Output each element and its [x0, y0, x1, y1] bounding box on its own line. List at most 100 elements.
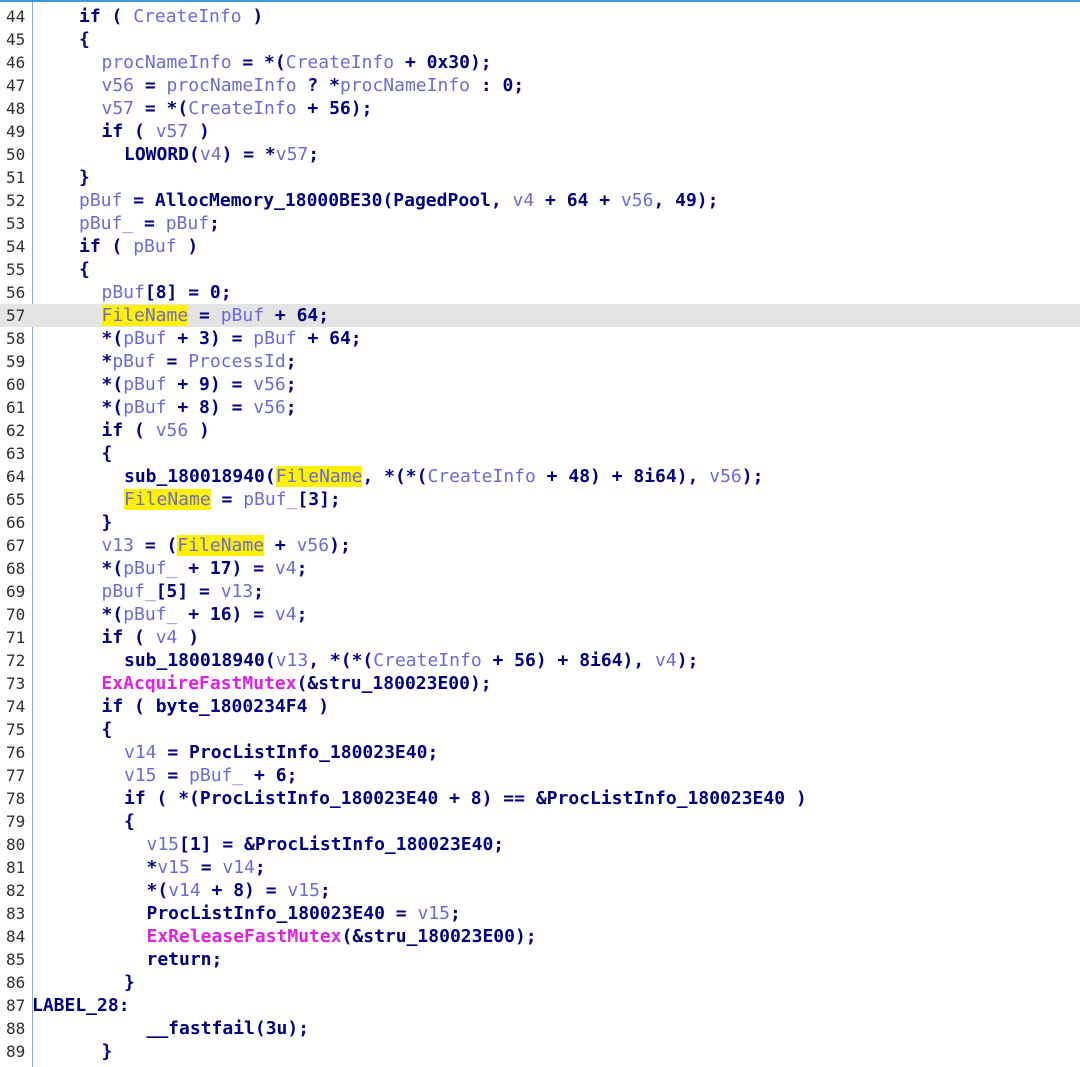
code-line[interactable]: 86}	[0, 971, 1080, 994]
code-line[interactable]: 78 if ( *(ProcListInfo_180023E40 + 8) == …	[0, 787, 1080, 810]
code-token[interactable]: v4	[655, 650, 677, 671]
code-token[interactable]: pBuf_	[79, 213, 133, 234]
code-token[interactable]: pBuf	[133, 236, 176, 257]
code-line[interactable]: 88 __fastfail(3u);	[0, 1017, 1080, 1040]
code-line[interactable]: 47 v56 = procNameInfo ? *procNameInfo : 0…	[0, 74, 1080, 97]
code-line[interactable]: 55 {	[0, 258, 1080, 281]
code-token[interactable]: v56	[621, 190, 654, 211]
code-token[interactable]: pBuf_	[243, 489, 297, 510]
code-token[interactable]: pBuf	[123, 397, 166, 418]
code-line[interactable]: 64 sub_180018940(FileName, *(*(CreateInfo…	[0, 465, 1080, 488]
code-token[interactable]: ProcessId	[188, 351, 286, 372]
code-token[interactable]: sub_180018940	[124, 650, 265, 671]
code-line[interactable]: 81 *v15 = v14;	[0, 856, 1080, 879]
code-line[interactable]: 44 if ( CreateInfo )	[0, 5, 1080, 28]
code-token[interactable]: v4	[275, 604, 297, 625]
code-token[interactable]: v56	[709, 466, 742, 487]
code-token[interactable]: v15	[147, 834, 180, 855]
code-token[interactable]: CreateInfo	[427, 466, 535, 487]
code-line[interactable]: 50 LOWORD(v4) = *v57;	[0, 143, 1080, 166]
code-token[interactable]: AllocMemory_18000BE30	[155, 190, 383, 211]
code-token[interactable]: v56	[253, 397, 286, 418]
code-line[interactable]: 80 v15[1] = &ProcListInfo_180023E40;	[0, 833, 1080, 856]
code-line[interactable]: 63 {	[0, 442, 1080, 465]
code-token[interactable]: v4	[513, 190, 535, 211]
code-line[interactable]: 53 pBuf_ = pBuf;	[0, 212, 1080, 235]
highlighted-identifier[interactable]: FileName	[124, 489, 211, 510]
code-token[interactable]: pBuf	[123, 328, 166, 349]
code-token[interactable]: CreateInfo	[373, 650, 481, 671]
code-token[interactable]: sub_180018940	[124, 466, 265, 487]
highlighted-identifier[interactable]: FileName	[275, 466, 363, 487]
code-line[interactable]: 77 v15 = pBuf_ + 6;	[0, 764, 1080, 787]
highlighted-identifier[interactable]: FileName	[177, 535, 265, 556]
code-line[interactable]: 46 procNameInfo = *(CreateInfo + 0x30);	[0, 51, 1080, 74]
code-token[interactable]: v57	[276, 144, 309, 165]
code-token[interactable]: pBuf	[166, 213, 209, 234]
code-token[interactable]: ExAcquireFastMutex	[102, 673, 297, 694]
code-line[interactable]: 49 if ( v57 )	[0, 120, 1080, 143]
code-token[interactable]: v56	[102, 75, 135, 96]
code-line[interactable]: 48 v57 = *(CreateInfo + 56);	[0, 97, 1080, 120]
code-token[interactable]: v13	[102, 535, 135, 556]
code-token[interactable]: v14	[124, 742, 157, 763]
code-line[interactable]: 51}	[0, 166, 1080, 189]
code-token[interactable]: pBuf	[123, 374, 166, 395]
code-line[interactable]: 72 sub_180018940(v13, *(*(CreateInfo + 56…	[0, 649, 1080, 672]
code-line[interactable]: 73 ExAcquireFastMutex(&stru_180023E00);	[0, 672, 1080, 695]
code-token[interactable]: pBuf	[79, 190, 122, 211]
code-line[interactable]: 79 {	[0, 810, 1080, 833]
code-token[interactable]: v56	[297, 535, 330, 556]
code-line[interactable]: 61 *(pBuf + 8) = v56;	[0, 396, 1080, 419]
code-line[interactable]: 69 pBuf_[5] = v13;	[0, 580, 1080, 603]
code-token[interactable]: v56	[156, 420, 189, 441]
code-line[interactable]: 62 if ( v56 )	[0, 419, 1080, 442]
code-line[interactable]: 59 *pBuf = ProcessId;	[0, 350, 1080, 373]
code-token[interactable]: v13	[276, 650, 309, 671]
code-token[interactable]: LOWORD	[124, 144, 189, 165]
code-line[interactable]: 57 FileName = pBuf + 64;	[0, 304, 1080, 327]
code-line[interactable]: 67 v13 = (FileName + v56);	[0, 534, 1080, 557]
code-token[interactable]: pBuf	[253, 328, 296, 349]
code-token[interactable]: procNameInfo	[102, 52, 232, 73]
code-token[interactable]: pBuf	[112, 351, 155, 372]
code-line[interactable]: 84 ExReleaseFastMutex(&stru_180023E00);	[0, 925, 1080, 948]
code-token[interactable]: CreateInfo	[286, 52, 394, 73]
code-line[interactable]: 87 LABEL_28:	[0, 994, 1080, 1017]
code-line[interactable]: 66}	[0, 511, 1080, 534]
code-token[interactable]: v15	[287, 880, 320, 901]
code-token[interactable]: v57	[156, 121, 189, 142]
code-line[interactable]: 58 *(pBuf + 3) = pBuf + 64;	[0, 327, 1080, 350]
code-token[interactable]: pBuf_	[189, 765, 243, 786]
code-token[interactable]: v14	[222, 857, 255, 878]
code-token[interactable]: pBuf	[102, 282, 145, 303]
code-token[interactable]: __fastfail	[147, 1018, 255, 1039]
code-token[interactable]: PagedPool	[393, 190, 491, 211]
code-token[interactable]: v57	[102, 98, 135, 119]
code-token[interactable]: v14	[168, 880, 201, 901]
code-token[interactable]: v15	[157, 857, 190, 878]
code-line[interactable]: 75 {	[0, 718, 1080, 741]
code-line[interactable]: 83 ProcListInfo_180023E40 = v15;	[0, 902, 1080, 925]
code-token[interactable]: pBuf_	[123, 604, 177, 625]
code-token[interactable]: v13	[221, 581, 254, 602]
code-token[interactable]: CreateInfo	[133, 6, 241, 27]
code-token[interactable]: procNameInfo	[167, 75, 297, 96]
code-token[interactable]: ExReleaseFastMutex	[147, 926, 342, 947]
code-line[interactable]: 54 if ( pBuf )	[0, 235, 1080, 258]
code-token[interactable]: v15	[124, 765, 157, 786]
code-token[interactable]: v4	[275, 558, 297, 579]
code-token[interactable]: procNameInfo	[340, 75, 470, 96]
code-token[interactable]: CreateInfo	[188, 98, 296, 119]
code-line[interactable]: 70 *(pBuf_ + 16) = v4;	[0, 603, 1080, 626]
code-token[interactable]: v15	[417, 903, 450, 924]
code-line[interactable]: 85 return;	[0, 948, 1080, 971]
code-line[interactable]: 65 FileName = pBuf_[3];	[0, 488, 1080, 511]
code-line[interactable]: 71 if ( v4 )	[0, 626, 1080, 649]
pseudocode-view[interactable]: 44 if ( CreateInfo ) 45 {46 procNameInfo = *…	[0, 0, 1080, 1067]
code-line[interactable]: 52 pBuf = AllocMemory_18000BE30(PagedPool…	[0, 189, 1080, 212]
highlighted-identifier[interactable]: FileName	[101, 305, 189, 326]
code-line[interactable]: 60 *(pBuf + 9) = v56;	[0, 373, 1080, 396]
code-token[interactable]: pBuf_	[102, 581, 156, 602]
code-token[interactable]: pBuf_	[123, 558, 177, 579]
